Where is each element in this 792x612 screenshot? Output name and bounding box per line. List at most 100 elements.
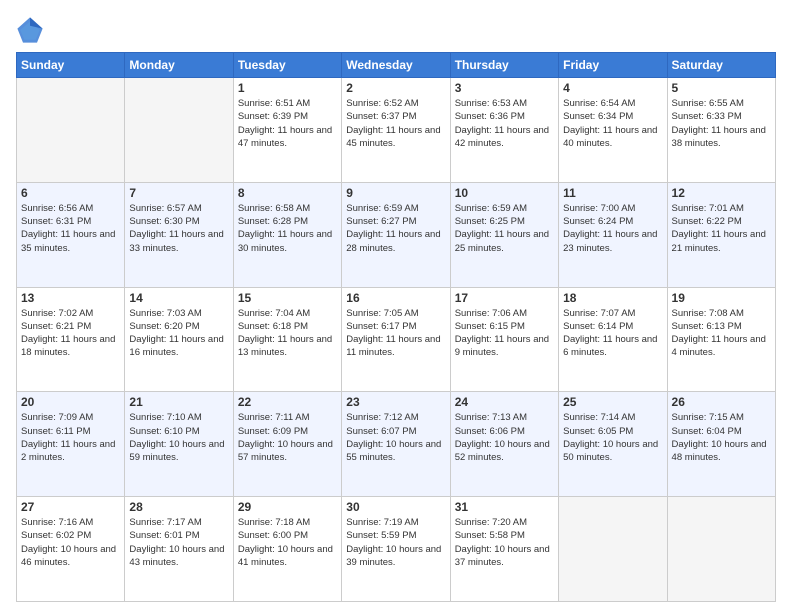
col-header-wednesday: Wednesday <box>342 53 450 78</box>
day-number: 15 <box>238 291 337 305</box>
day-info: Sunrise: 6:56 AM Sunset: 6:31 PM Dayligh… <box>21 202 120 255</box>
calendar-cell: 20 Sunrise: 7:09 AM Sunset: 6:11 PM Dayli… <box>17 392 125 497</box>
calendar-cell: 30Sunrise: 7:19 AM Sunset: 5:59 PM Dayli… <box>342 497 450 602</box>
calendar-cell: 25Sunrise: 7:14 AM Sunset: 6:05 PM Dayli… <box>559 392 667 497</box>
day-number: 9 <box>346 186 445 200</box>
day-number: 10 <box>455 186 554 200</box>
calendar-cell: 17Sunrise: 7:06 AM Sunset: 6:15 PM Dayli… <box>450 287 558 392</box>
calendar-cell: 31 Sunrise: 7:20 AM Sunset: 5:58 PM Dayli… <box>450 497 558 602</box>
day-info: Sunrise: 7:04 AM Sunset: 6:18 PM Dayligh… <box>238 307 337 360</box>
day-info: Sunrise: 7:17 AM Sunset: 6:01 PM Dayligh… <box>129 516 228 569</box>
calendar-cell: 23 Sunrise: 7:12 AM Sunset: 6:07 PM Dayli… <box>342 392 450 497</box>
day-info: Sunrise: 7:08 AM Sunset: 6:13 PM Dayligh… <box>672 307 771 360</box>
calendar-week-5: 27 Sunrise: 7:16 AM Sunset: 6:02 PM Dayli… <box>17 497 776 602</box>
day-info: Sunrise: 7:15 AM Sunset: 6:04 PM Dayligh… <box>672 411 771 464</box>
col-header-saturday: Saturday <box>667 53 775 78</box>
calendar-cell: 7 Sunrise: 6:57 AM Sunset: 6:30 PM Daylig… <box>125 182 233 287</box>
calendar-cell: 26 Sunrise: 7:15 AM Sunset: 6:04 PM Dayli… <box>667 392 775 497</box>
day-number: 2 <box>346 81 445 95</box>
calendar-week-1: 1Sunrise: 6:51 AM Sunset: 6:39 PM Daylig… <box>17 78 776 183</box>
calendar-cell <box>125 78 233 183</box>
calendar-cell: 5Sunrise: 6:55 AM Sunset: 6:33 PM Daylig… <box>667 78 775 183</box>
calendar-cell: 9 Sunrise: 6:59 AM Sunset: 6:27 PM Daylig… <box>342 182 450 287</box>
day-number: 17 <box>455 291 554 305</box>
day-number: 22 <box>238 395 337 409</box>
day-number: 16 <box>346 291 445 305</box>
day-info: Sunrise: 6:57 AM Sunset: 6:30 PM Dayligh… <box>129 202 228 255</box>
calendar-cell: 21 Sunrise: 7:10 AM Sunset: 6:10 PM Dayli… <box>125 392 233 497</box>
day-info: Sunrise: 6:59 AM Sunset: 6:25 PM Dayligh… <box>455 202 554 255</box>
day-number: 20 <box>21 395 120 409</box>
calendar-cell: 3Sunrise: 6:53 AM Sunset: 6:36 PM Daylig… <box>450 78 558 183</box>
day-info: Sunrise: 6:58 AM Sunset: 6:28 PM Dayligh… <box>238 202 337 255</box>
calendar-cell: 19Sunrise: 7:08 AM Sunset: 6:13 PM Dayli… <box>667 287 775 392</box>
calendar-cell <box>559 497 667 602</box>
calendar-cell: 11Sunrise: 7:00 AM Sunset: 6:24 PM Dayli… <box>559 182 667 287</box>
calendar-cell: 8 Sunrise: 6:58 AM Sunset: 6:28 PM Daylig… <box>233 182 341 287</box>
day-number: 14 <box>129 291 228 305</box>
col-header-monday: Monday <box>125 53 233 78</box>
calendar-cell: 2 Sunrise: 6:52 AM Sunset: 6:37 PM Daylig… <box>342 78 450 183</box>
day-number: 8 <box>238 186 337 200</box>
day-info: Sunrise: 7:16 AM Sunset: 6:02 PM Dayligh… <box>21 516 120 569</box>
calendar-cell: 12 Sunrise: 7:01 AM Sunset: 6:22 PM Dayli… <box>667 182 775 287</box>
day-number: 27 <box>21 500 120 514</box>
calendar-cell: 29 Sunrise: 7:18 AM Sunset: 6:00 PM Dayli… <box>233 497 341 602</box>
day-number: 21 <box>129 395 228 409</box>
page: SundayMondayTuesdayWednesdayThursdayFrid… <box>0 0 792 612</box>
calendar-table: SundayMondayTuesdayWednesdayThursdayFrid… <box>16 52 776 602</box>
day-number: 4 <box>563 81 662 95</box>
day-number: 28 <box>129 500 228 514</box>
calendar-cell: 10 Sunrise: 6:59 AM Sunset: 6:25 PM Dayli… <box>450 182 558 287</box>
day-number: 13 <box>21 291 120 305</box>
day-number: 29 <box>238 500 337 514</box>
day-info: Sunrise: 7:03 AM Sunset: 6:20 PM Dayligh… <box>129 307 228 360</box>
day-info: Sunrise: 7:19 AM Sunset: 5:59 PM Dayligh… <box>346 516 445 569</box>
calendar-cell: 6Sunrise: 6:56 AM Sunset: 6:31 PM Daylig… <box>17 182 125 287</box>
day-info: Sunrise: 6:54 AM Sunset: 6:34 PM Dayligh… <box>563 97 662 150</box>
day-info: Sunrise: 7:01 AM Sunset: 6:22 PM Dayligh… <box>672 202 771 255</box>
day-info: Sunrise: 7:11 AM Sunset: 6:09 PM Dayligh… <box>238 411 337 464</box>
logo-icon <box>16 16 44 44</box>
day-info: Sunrise: 6:53 AM Sunset: 6:36 PM Dayligh… <box>455 97 554 150</box>
day-info: Sunrise: 7:10 AM Sunset: 6:10 PM Dayligh… <box>129 411 228 464</box>
day-info: Sunrise: 7:02 AM Sunset: 6:21 PM Dayligh… <box>21 307 120 360</box>
day-info: Sunrise: 7:18 AM Sunset: 6:00 PM Dayligh… <box>238 516 337 569</box>
col-header-thursday: Thursday <box>450 53 558 78</box>
day-number: 18 <box>563 291 662 305</box>
day-info: Sunrise: 6:59 AM Sunset: 6:27 PM Dayligh… <box>346 202 445 255</box>
calendar-cell: 18 Sunrise: 7:07 AM Sunset: 6:14 PM Dayli… <box>559 287 667 392</box>
day-info: Sunrise: 7:05 AM Sunset: 6:17 PM Dayligh… <box>346 307 445 360</box>
day-info: Sunrise: 6:51 AM Sunset: 6:39 PM Dayligh… <box>238 97 337 150</box>
calendar-week-2: 6Sunrise: 6:56 AM Sunset: 6:31 PM Daylig… <box>17 182 776 287</box>
col-header-sunday: Sunday <box>17 53 125 78</box>
day-info: Sunrise: 7:20 AM Sunset: 5:58 PM Dayligh… <box>455 516 554 569</box>
calendar-cell: 27 Sunrise: 7:16 AM Sunset: 6:02 PM Dayli… <box>17 497 125 602</box>
day-number: 31 <box>455 500 554 514</box>
day-info: Sunrise: 7:13 AM Sunset: 6:06 PM Dayligh… <box>455 411 554 464</box>
day-number: 25 <box>563 395 662 409</box>
calendar-cell: 16 Sunrise: 7:05 AM Sunset: 6:17 PM Dayli… <box>342 287 450 392</box>
day-info: Sunrise: 7:09 AM Sunset: 6:11 PM Dayligh… <box>21 411 120 464</box>
day-number: 24 <box>455 395 554 409</box>
calendar-week-4: 20 Sunrise: 7:09 AM Sunset: 6:11 PM Dayli… <box>17 392 776 497</box>
calendar-cell: 24 Sunrise: 7:13 AM Sunset: 6:06 PM Dayli… <box>450 392 558 497</box>
calendar-cell: 22 Sunrise: 7:11 AM Sunset: 6:09 PM Dayli… <box>233 392 341 497</box>
calendar-cell: 28 Sunrise: 7:17 AM Sunset: 6:01 PM Dayli… <box>125 497 233 602</box>
calendar-cell: 13 Sunrise: 7:02 AM Sunset: 6:21 PM Dayli… <box>17 287 125 392</box>
day-number: 11 <box>563 186 662 200</box>
logo <box>16 16 48 44</box>
day-number: 7 <box>129 186 228 200</box>
day-info: Sunrise: 6:52 AM Sunset: 6:37 PM Dayligh… <box>346 97 445 150</box>
calendar-cell: 4 Sunrise: 6:54 AM Sunset: 6:34 PM Daylig… <box>559 78 667 183</box>
col-header-friday: Friday <box>559 53 667 78</box>
day-info: Sunrise: 7:07 AM Sunset: 6:14 PM Dayligh… <box>563 307 662 360</box>
day-number: 26 <box>672 395 771 409</box>
col-header-tuesday: Tuesday <box>233 53 341 78</box>
day-number: 23 <box>346 395 445 409</box>
calendar-week-3: 13 Sunrise: 7:02 AM Sunset: 6:21 PM Dayli… <box>17 287 776 392</box>
calendar-header-row: SundayMondayTuesdayWednesdayThursdayFrid… <box>17 53 776 78</box>
day-number: 12 <box>672 186 771 200</box>
day-info: Sunrise: 7:12 AM Sunset: 6:07 PM Dayligh… <box>346 411 445 464</box>
calendar-cell: 15 Sunrise: 7:04 AM Sunset: 6:18 PM Dayli… <box>233 287 341 392</box>
